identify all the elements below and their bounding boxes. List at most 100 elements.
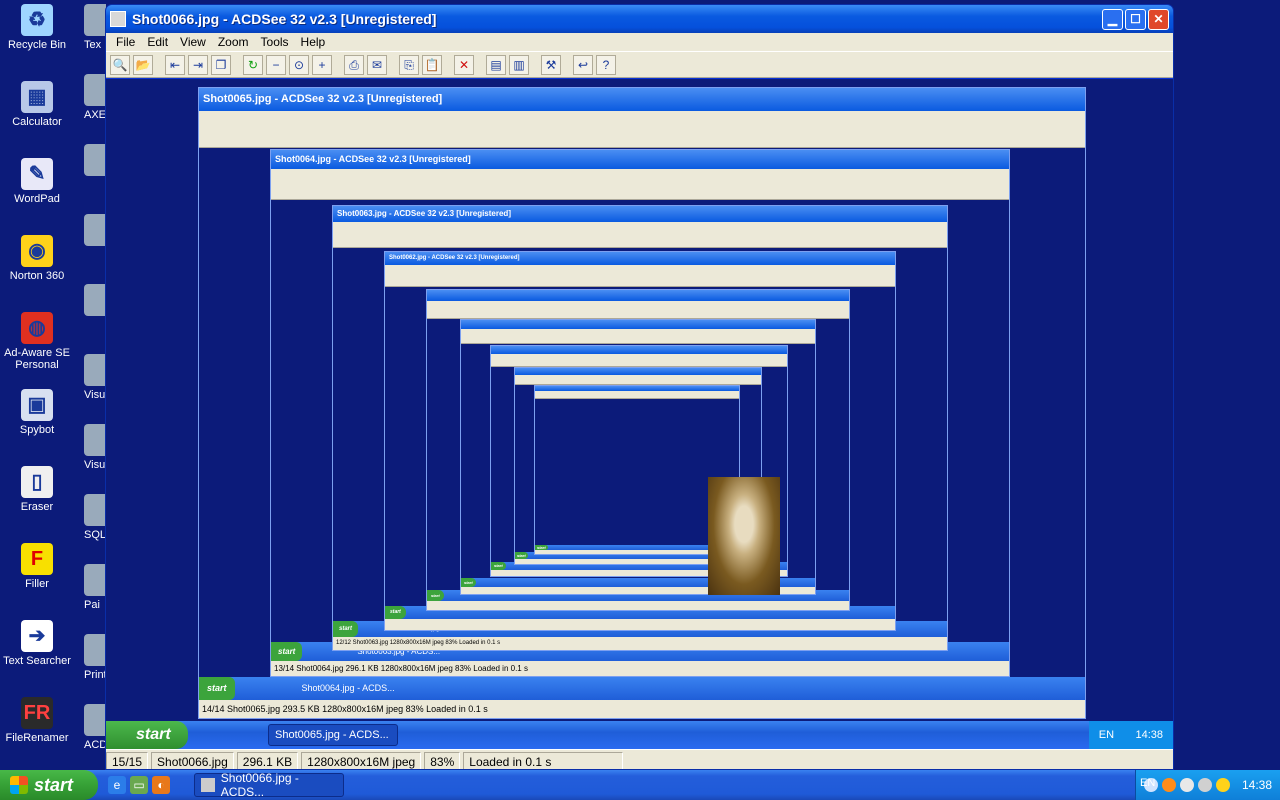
desktop-icon[interactable]: ▯ Eraser: [0, 466, 74, 513]
antivirus-icon[interactable]: [1161, 778, 1176, 792]
status-size: 296.1 KB: [236, 751, 299, 769]
paste-icon[interactable]: 📋: [422, 54, 442, 75]
partial-icon-label: SQL Mana: [84, 529, 106, 541]
zoom-in-icon[interactable]: +: [312, 54, 332, 75]
screenshot-tray-time: 14:38: [1135, 729, 1163, 741]
volume-icon[interactable]: [1197, 778, 1212, 792]
status-loaded: Loaded in 0.1 s: [463, 751, 624, 769]
partial-icon-glyph: [84, 74, 106, 106]
nested-menu-bar: [535, 391, 739, 399]
recycle-bin-icon: ♻: [21, 4, 53, 36]
wordpad-icon: ✎: [21, 158, 53, 190]
desktop-icon-label: Eraser: [20, 501, 54, 513]
image-icon[interactable]: ▤: [486, 54, 506, 75]
firefox-icon[interactable]: ◐: [152, 776, 170, 794]
nested-start-button: start: [491, 562, 506, 570]
browse-icon[interactable]: 🔍: [110, 54, 130, 75]
refresh-icon[interactable]: ↻: [243, 54, 263, 75]
minimize-button[interactable]: ▁: [1102, 8, 1123, 30]
maximize-button[interactable]: ☐: [1125, 8, 1146, 30]
title-bar[interactable]: Shot0066.jpg - ACDSee 32 v2.3 [Unregiste…: [106, 5, 1173, 33]
start-label: start: [34, 774, 74, 795]
partial-desktop-icon: Pai: [84, 564, 106, 611]
nested-title-bar: Shot0062.jpg - ACDSee 32 v2.3 [Unregiste…: [385, 252, 895, 265]
language-indicator[interactable]: EN: [1140, 777, 1155, 789]
task-button-acdsee[interactable]: Shot0066.jpg - ACDS...: [194, 771, 344, 799]
partial-desktop-icon: [84, 214, 106, 249]
desktop-icon[interactable]: ♻ Recycle Bin: [0, 4, 74, 51]
nested-start-button: start: [333, 621, 359, 637]
nested-start-button: start: [199, 677, 235, 700]
clock[interactable]: 14:38: [1242, 778, 1272, 792]
nested-start-button: start: [385, 606, 406, 619]
partial-desktop-icon: [84, 284, 106, 319]
next-icon[interactable]: ⇥: [188, 54, 208, 75]
print-icon[interactable]: ⎙: [344, 54, 364, 75]
zoom-out-icon[interactable]: −: [266, 54, 286, 75]
desktop-icon[interactable]: ▣ Spybot: [0, 389, 74, 436]
desktop-icon[interactable]: ✎ WordPad: [0, 158, 74, 205]
status-bar: 15/15 Shot0066.jpg 296.1 KB 1280x800x16M…: [106, 749, 1173, 769]
system-tray: 14:38: [1134, 770, 1280, 800]
save-icon[interactable]: ✉: [367, 54, 387, 75]
norton-tray-icon[interactable]: [1215, 778, 1230, 792]
copy-view-icon[interactable]: ❐: [211, 54, 231, 75]
menu-help[interactable]: Help: [295, 35, 332, 49]
screenshot-start-button: start: [106, 721, 188, 749]
ie-icon[interactable]: e: [108, 776, 126, 794]
desktop-icon-label: Calculator: [12, 116, 62, 128]
adaware-icon: ◍: [21, 312, 53, 344]
desktop-icons-partial-column: Tex AXE Visu Visu SQL Mana Pai Print ACD: [84, 0, 106, 770]
toolbar-separator: [445, 55, 451, 75]
delete-icon[interactable]: ✕: [454, 54, 474, 75]
windows-logo-icon: [10, 776, 28, 794]
menu-tools[interactable]: Tools: [255, 35, 295, 49]
menu-zoom[interactable]: Zoom: [212, 35, 255, 49]
nested-status-bar: [385, 619, 895, 630]
partial-icon-glyph: [84, 564, 106, 596]
open-icon[interactable]: 📂: [133, 54, 153, 75]
network-icon[interactable]: [1179, 778, 1194, 792]
partial-desktop-icon: Visu: [84, 354, 106, 401]
status-file: Shot0066.jpg: [151, 751, 234, 769]
desktop-icon[interactable]: FR FileRenamer: [0, 697, 74, 744]
calculator-icon: ▦: [21, 81, 53, 113]
status-zoom: 83%: [424, 751, 461, 769]
desktop-icon[interactable]: F Filler: [0, 543, 74, 590]
nested-title-bar: Shot0064.jpg - ACDSee 32 v2.3 [Unregiste…: [271, 150, 1009, 169]
image-viewport[interactable]: Shot0065.jpg - ACDSee 32 v2.3 [Unregiste…: [106, 79, 1173, 751]
menu-edit[interactable]: Edit: [141, 35, 174, 49]
desktop-icon[interactable]: ◍ Ad-Aware SE Personal: [0, 312, 74, 371]
partial-icon-label: AXE: [84, 109, 106, 121]
properties-icon[interactable]: ▥: [509, 54, 529, 75]
partial-desktop-icon: Print: [84, 634, 106, 681]
nested-menu-bar: [491, 354, 787, 367]
back-icon[interactable]: ↩: [573, 54, 593, 75]
help-icon[interactable]: ?: [596, 54, 616, 75]
screenshot-taskbar: start Shot0065.jpg - ACDS... EN 14:38: [106, 721, 1173, 749]
desktop-icon[interactable]: ◉ Norton 360: [0, 235, 74, 282]
prev-icon[interactable]: ⇤: [165, 54, 185, 75]
desktop-icon[interactable]: ▦ Calculator: [0, 81, 74, 128]
start-button[interactable]: start: [0, 770, 98, 800]
nested-menu-bar: [515, 375, 761, 385]
partial-icon-label: ACD: [84, 739, 106, 751]
show-desktop-icon[interactable]: ▭: [130, 776, 148, 794]
nested-menu-bar: [271, 169, 1009, 200]
nested-title-bar: Shot0065.jpg - ACDSee 32 v2.3 [Unregiste…: [199, 88, 1085, 111]
nested-title-bar: [427, 290, 849, 301]
desktop-icon-label: Recycle Bin: [7, 39, 67, 51]
desktop-icon-label: FileRenamer: [5, 732, 69, 744]
nested-start-button: start: [515, 552, 528, 559]
partial-icon-label: Visu: [84, 459, 106, 471]
nested-title-bar: Shot0063.jpg - ACDSee 32 v2.3 [Unregiste…: [333, 206, 947, 222]
tools-icon[interactable]: ⚒: [541, 54, 561, 75]
desktop-icon[interactable]: ➔ Text Searcher: [0, 620, 74, 667]
partial-icon-glyph: [84, 424, 106, 456]
nested-status-bar: 13/14 Shot0064.jpg 296.1 KB 1280x800x16M…: [271, 661, 1009, 676]
menu-file[interactable]: File: [110, 35, 141, 49]
copy-icon[interactable]: ⎘: [399, 54, 419, 75]
zoom-fit-icon[interactable]: ⊙: [289, 54, 309, 75]
menu-view[interactable]: View: [174, 35, 212, 49]
close-button[interactable]: ✕: [1148, 8, 1169, 30]
